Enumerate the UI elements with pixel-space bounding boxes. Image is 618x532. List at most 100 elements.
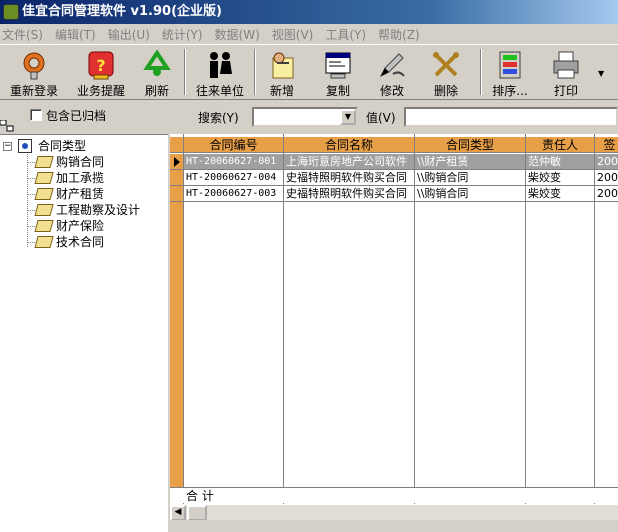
row-header bbox=[170, 170, 184, 186]
tree-line bbox=[27, 162, 35, 163]
toolbar-separator bbox=[480, 49, 482, 95]
contract-doc-icon bbox=[34, 172, 54, 184]
total-row: 合 计 bbox=[170, 487, 618, 503]
business-alert-button[interactable]: ? 业务提醒 bbox=[72, 48, 130, 98]
sort-button[interactable]: 排序... bbox=[486, 48, 534, 98]
menu-view[interactable]: 视图(V) bbox=[268, 26, 322, 43]
tree-item-label: 购销合同 bbox=[56, 155, 105, 169]
cell-contract-type[interactable]: \\购销合同 bbox=[415, 186, 526, 202]
tree-line bbox=[27, 242, 35, 243]
scroll-left-icon[interactable]: ◀ bbox=[170, 505, 186, 521]
cell-contract-type[interactable]: \\购销合同 bbox=[415, 170, 526, 186]
tree-item-label: 加工承揽 bbox=[56, 171, 105, 185]
current-row-indicator bbox=[170, 154, 184, 170]
column-header-contract-name[interactable]: 合同名称 bbox=[284, 137, 415, 153]
tree-root-contract-types[interactable]: − 合同类型 bbox=[0, 138, 168, 154]
scrollbar-thumb[interactable] bbox=[187, 505, 207, 521]
cell-responsible[interactable]: 柴姣变 bbox=[526, 186, 595, 202]
column-header-contract-no[interactable]: 合同编号 bbox=[184, 137, 284, 153]
value-input[interactable] bbox=[404, 107, 618, 127]
menu-edit[interactable]: 编辑(T) bbox=[51, 26, 104, 43]
table-row[interactable]: HT-20060627-001 上海珩意房地产公司软件 \\财产租赁 范仲敏 2… bbox=[170, 154, 618, 170]
refresh-button[interactable]: 刷新 bbox=[138, 48, 176, 98]
filter-row: 包含已归档 搜索(Y) ▼ 值(V) bbox=[0, 101, 618, 131]
contract-doc-icon bbox=[34, 220, 54, 232]
sort-label: 排序... bbox=[492, 84, 528, 98]
svg-text:?: ? bbox=[96, 56, 105, 75]
cell-contract-type[interactable]: \\财产租赁 bbox=[415, 154, 526, 170]
toolbar-separator bbox=[254, 49, 256, 95]
menu-output[interactable]: 输出(U) bbox=[104, 26, 158, 43]
copy-icon bbox=[323, 50, 353, 80]
partners-label: 往来单位 bbox=[195, 84, 244, 98]
tree-item-property-insurance[interactable]: 财产保险 bbox=[0, 218, 168, 234]
search-label: 搜索(Y) bbox=[198, 111, 239, 125]
cell-contract-name[interactable]: 史福特照明软件购买合同 bbox=[284, 170, 415, 186]
add-button[interactable]: 新增 bbox=[262, 48, 302, 98]
sort-icon bbox=[495, 50, 525, 80]
partners-button[interactable]: 往来单位 bbox=[192, 48, 248, 98]
new-document-icon bbox=[267, 50, 297, 80]
table-row[interactable]: HT-20060627-004 史福特照明软件购买合同 \\购销合同 柴姣变 2… bbox=[170, 170, 618, 186]
cell-responsible[interactable]: 范仲敏 bbox=[526, 154, 595, 170]
copy-button[interactable]: 复制 bbox=[318, 48, 358, 98]
print-button[interactable]: 打印 bbox=[544, 48, 588, 98]
cell-contract-no[interactable]: HT-20060627-003 bbox=[184, 186, 284, 202]
table-row[interactable]: HT-20060627-003 史福特照明软件购买合同 \\购销合同 柴姣变 2… bbox=[170, 186, 618, 202]
menu-help[interactable]: 帮助(Z) bbox=[374, 26, 428, 43]
menu-bar: 文件(S) 编辑(T) 输出(U) 统计(Y) 数据(W) 视图(V) 工具(Y… bbox=[0, 24, 618, 44]
menu-tools[interactable]: 工具(Y) bbox=[321, 26, 374, 43]
tree-item-technology[interactable]: 技术合同 bbox=[0, 234, 168, 250]
delete-label: 删除 bbox=[433, 84, 458, 98]
tree-item-property-lease[interactable]: 财产租赁 bbox=[0, 186, 168, 202]
tree-line bbox=[27, 178, 35, 179]
search-field-select[interactable]: ▼ bbox=[252, 107, 358, 127]
tree-item-processing[interactable]: 加工承揽 bbox=[0, 170, 168, 186]
status-bar bbox=[170, 520, 618, 532]
column-header-contract-type[interactable]: 合同类型 bbox=[415, 137, 526, 153]
toolbar-separator bbox=[184, 49, 186, 95]
toolbar-overflow-icon[interactable]: ▼ bbox=[598, 69, 604, 78]
contract-doc-icon bbox=[34, 204, 54, 216]
delete-icon bbox=[431, 50, 461, 80]
include-archived-label: 包含已归档 bbox=[46, 109, 107, 123]
tree-item-label: 技术合同 bbox=[56, 235, 105, 249]
tree-line bbox=[27, 194, 35, 195]
value-label: 值(V) bbox=[366, 111, 396, 125]
tree-item-purchase-sale[interactable]: 购销合同 bbox=[0, 154, 168, 170]
row-header-corner bbox=[170, 137, 184, 153]
cell-contract-no[interactable]: HT-20060627-004 bbox=[184, 170, 284, 186]
contract-type-tree: − 合同类型 购销合同 加工承揽 财产租赁 工程勘察及设计 财产保险 技术合同 bbox=[0, 134, 168, 532]
edit-icon bbox=[377, 50, 407, 80]
menu-file[interactable]: 文件(S) bbox=[0, 26, 51, 43]
menu-data[interactable]: 数据(W) bbox=[211, 26, 268, 43]
edit-button[interactable]: 修改 bbox=[372, 48, 412, 98]
relogin-button[interactable]: 重新登录 bbox=[4, 48, 64, 98]
delete-button[interactable]: 删除 bbox=[426, 48, 466, 98]
cell-contract-name[interactable]: 史福特照明软件购买合同 bbox=[284, 186, 415, 202]
chevron-down-icon[interactable]: ▼ bbox=[340, 109, 356, 125]
tree-item-label: 工程勘察及设计 bbox=[56, 203, 141, 217]
cell-responsible[interactable]: 柴姣变 bbox=[526, 170, 595, 186]
refresh-label: 刷新 bbox=[144, 84, 169, 98]
collapse-icon[interactable]: − bbox=[3, 142, 12, 151]
panel-split-icon[interactable] bbox=[0, 119, 14, 132]
recycle-icon bbox=[142, 49, 172, 80]
include-archived-checkbox[interactable] bbox=[30, 109, 42, 121]
column-header-responsible[interactable]: 责任人 bbox=[526, 137, 595, 153]
cell-contract-name[interactable]: 上海珩意房地产公司软件 bbox=[284, 154, 415, 170]
tree-item-engineering-survey[interactable]: 工程勘察及设计 bbox=[0, 202, 168, 218]
column-header-signed[interactable]: 签 bbox=[595, 137, 618, 153]
cell-contract-no[interactable]: HT-20060627-001 bbox=[184, 154, 284, 170]
cell-signed[interactable]: 2006 bbox=[595, 170, 618, 186]
tree-line bbox=[27, 210, 35, 211]
row-header bbox=[170, 186, 184, 202]
tree-line bbox=[27, 226, 35, 227]
add-label: 新增 bbox=[269, 84, 294, 98]
tree-root-label: 合同类型 bbox=[38, 139, 87, 153]
horizontal-scrollbar[interactable]: ◀ bbox=[170, 504, 618, 521]
relogin-label: 重新登录 bbox=[9, 84, 58, 98]
cell-signed[interactable]: 2006 bbox=[595, 186, 618, 202]
cell-signed[interactable]: 2006 bbox=[595, 154, 618, 170]
menu-statistics[interactable]: 统计(Y) bbox=[158, 26, 211, 43]
